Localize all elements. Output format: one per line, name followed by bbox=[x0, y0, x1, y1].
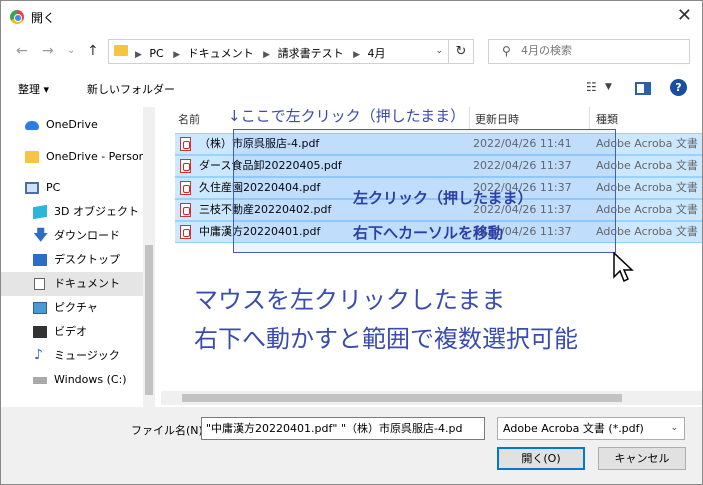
chevron-down-icon: ⌄ bbox=[670, 423, 678, 433]
annotation-move-cursor: 右下へカーソルを移動 bbox=[353, 224, 504, 242]
annotation-click-here: ↓ここで左クリック（押したまま） bbox=[228, 107, 466, 125]
new-folder-button[interactable]: 新しいフォルダー bbox=[87, 81, 175, 97]
help-button[interactable]: ? bbox=[670, 79, 687, 96]
sidebar-item-label: ピクチャ bbox=[54, 301, 98, 314]
pc-icon bbox=[25, 182, 39, 194]
folder-icon bbox=[25, 151, 39, 163]
scrollbar-thumb[interactable] bbox=[182, 394, 622, 402]
up-button[interactable]: ↑ bbox=[87, 43, 99, 59]
sidebar-item-label: OneDrive bbox=[46, 118, 98, 131]
sidebar-item-label: ダウンロード bbox=[54, 229, 120, 242]
refresh-button[interactable]: ↻ bbox=[448, 40, 473, 63]
chevron-down-icon[interactable]: ⌄ bbox=[435, 46, 443, 56]
drive-icon bbox=[33, 377, 47, 384]
sidebar-item-pictures[interactable]: ピクチャ bbox=[1, 296, 143, 320]
picture-icon bbox=[33, 302, 47, 314]
title-bar: 開く ✕ bbox=[1, 1, 702, 33]
scrollbar-thumb[interactable] bbox=[145, 245, 153, 395]
breadcrumb-item-april[interactable]: 4月 bbox=[368, 47, 386, 60]
chevron-right-icon: ▶ bbox=[135, 50, 142, 60]
sidebar-item-downloads[interactable]: 🡇 ダウンロード bbox=[1, 224, 143, 248]
chrome-icon bbox=[10, 10, 24, 24]
sidebar-item-music[interactable]: ♪ ミュージック bbox=[1, 344, 143, 368]
filename-input[interactable]: "中庸漢方20220401.pdf" "（株）市原呉服店-4.pd bbox=[201, 417, 485, 440]
music-icon: ♪ bbox=[34, 347, 43, 363]
sidebar-item-onedrive-personal[interactable]: OneDrive - Personal bbox=[1, 145, 143, 169]
view-options-icon[interactable]: ☷ bbox=[586, 80, 597, 94]
cloud-icon bbox=[25, 121, 39, 130]
column-header-type[interactable]: 種類 bbox=[596, 111, 618, 127]
file-type-filter-value: Adobe Acroba 文書 (*.pdf) bbox=[503, 422, 644, 435]
search-box[interactable]: ⚲ bbox=[488, 39, 690, 64]
address-bar[interactable]: ▶ PC ▶ ドキュメント ▶ 請求書テスト ▶ 4月 ⌄ ↻ bbox=[108, 39, 474, 64]
sidebar-item-desktop[interactable]: デスクトップ bbox=[1, 248, 143, 272]
breadcrumb-item-pc[interactable]: PC bbox=[149, 47, 163, 60]
annotation-instruction-2: 右下へ動かすと範囲で複数選択可能 bbox=[194, 325, 578, 353]
breadcrumb-item-documents[interactable]: ドキュメント bbox=[188, 47, 254, 60]
cube-icon bbox=[33, 204, 47, 220]
sidebar-item-3d-objects[interactable]: 3D オブジェクト bbox=[1, 200, 143, 224]
sidebar-item-label: 3D オブジェクト bbox=[54, 205, 139, 218]
annotation-left-click: 左クリック（押したまま） bbox=[353, 189, 533, 207]
sidebar-item-onedrive[interactable]: OneDrive bbox=[1, 113, 143, 137]
sidebar-item-label: ビデオ bbox=[54, 325, 87, 338]
navigation-bar: ← → ⌄ ↑ ▶ PC ▶ ドキュメント ▶ 請求書テスト ▶ 4月 ⌄ ↻ … bbox=[1, 35, 702, 67]
horizontal-scrollbar[interactable] bbox=[161, 391, 702, 405]
search-input[interactable] bbox=[521, 44, 681, 57]
breadcrumb: ▶ PC ▶ ドキュメント ▶ 請求書テスト ▶ 4月 bbox=[133, 45, 390, 61]
sidebar-item-pc[interactable]: PC bbox=[1, 176, 143, 200]
column-header-date[interactable]: 更新日時 bbox=[475, 111, 519, 127]
sidebar-item-videos[interactable]: ビデオ bbox=[1, 320, 143, 344]
chevron-down-icon[interactable]: ▼ bbox=[605, 82, 612, 92]
annotation-instruction-1: マウスを左クリックしたまま bbox=[194, 286, 506, 314]
breadcrumb-item-invoice-test[interactable]: 請求書テスト bbox=[278, 47, 344, 60]
filename-label: ファイル名(N): bbox=[131, 424, 207, 437]
open-button[interactable]: 開く(O) bbox=[497, 447, 585, 470]
preview-pane-icon[interactable] bbox=[635, 82, 651, 95]
chevron-right-icon: ▶ bbox=[173, 50, 181, 60]
sidebar-item-label: OneDrive - Personal bbox=[46, 150, 143, 163]
sidebar-item-label: Windows (C:) bbox=[54, 373, 127, 386]
recent-locations-button[interactable]: ⌄ bbox=[67, 45, 75, 56]
back-button[interactable]: ← bbox=[16, 43, 28, 59]
folder-icon bbox=[114, 45, 128, 56]
chevron-right-icon: ▶ bbox=[353, 50, 361, 60]
mouse-cursor-icon bbox=[613, 252, 634, 283]
window-title: 開く bbox=[31, 11, 56, 25]
cancel-button[interactable]: キャンセル bbox=[598, 447, 686, 470]
close-button[interactable]: ✕ bbox=[677, 5, 692, 26]
sidebar-item-label: ミュージック bbox=[54, 349, 120, 362]
document-icon bbox=[34, 278, 45, 290]
command-bar: 整理 ▾ 新しいフォルダー ☷ ▼ ? bbox=[1, 73, 702, 103]
sidebar-item-windows-c[interactable]: Windows (C:) bbox=[1, 368, 143, 392]
dialog-footer: ファイル名(N): "中庸漢方20220401.pdf" "（株）市原呉服店-4… bbox=[1, 407, 702, 484]
navigation-pane: OneDrive OneDrive - Personal PC 3D オブジェク… bbox=[1, 107, 155, 407]
forward-button[interactable]: → bbox=[42, 43, 54, 59]
column-divider[interactable] bbox=[589, 107, 590, 129]
pdf-icon bbox=[180, 159, 191, 173]
chevron-right-icon: ▶ bbox=[263, 50, 271, 60]
pdf-icon bbox=[180, 137, 191, 151]
column-divider[interactable] bbox=[469, 107, 470, 129]
pdf-icon bbox=[180, 203, 191, 217]
desktop-icon bbox=[33, 254, 47, 266]
search-icon: ⚲ bbox=[502, 44, 511, 58]
sidebar-item-label: PC bbox=[46, 181, 61, 194]
open-file-dialog: 開く ✕ ← → ⌄ ↑ ▶ PC ▶ ドキュメント ▶ 請求書テスト ▶ 4月… bbox=[0, 0, 703, 485]
pdf-icon bbox=[180, 181, 191, 195]
column-header-name[interactable]: 名前 bbox=[178, 111, 200, 127]
video-icon bbox=[33, 326, 47, 338]
sidebar-item-label: デスクトップ bbox=[54, 253, 120, 266]
file-type-filter[interactable]: Adobe Acroba 文書 (*.pdf) ⌄ bbox=[497, 417, 685, 440]
download-icon: 🡇 bbox=[33, 226, 49, 244]
sidebar-item-label: ドキュメント bbox=[54, 277, 120, 290]
sidebar-item-documents[interactable]: ドキュメント bbox=[1, 272, 143, 296]
sidebar-scrollbar[interactable] bbox=[143, 107, 155, 407]
pdf-icon bbox=[180, 225, 191, 239]
organize-button[interactable]: 整理 ▾ bbox=[18, 81, 49, 97]
